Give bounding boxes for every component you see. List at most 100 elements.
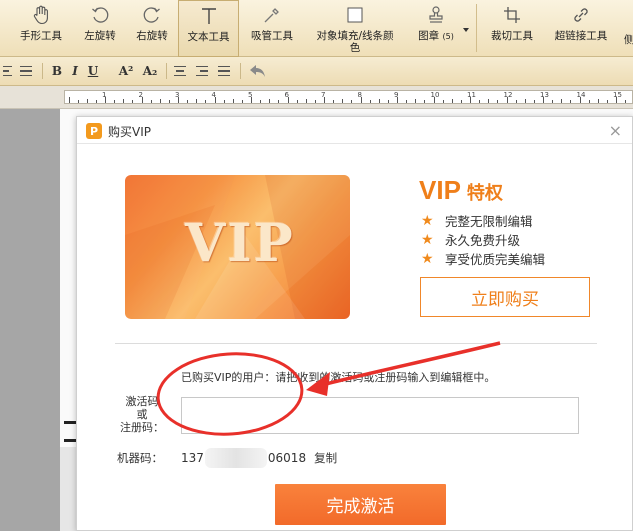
eyedropper-icon bbox=[263, 0, 281, 30]
ruler-tick bbox=[387, 100, 389, 103]
ruler-tick bbox=[460, 100, 462, 103]
ribbon-toolbar: 手形工具 左旋转 右旋转 文本工具 吸管工具 对象填充/线条颜 色 图章 (5)… bbox=[0, 0, 633, 57]
document-shadow bbox=[60, 447, 76, 531]
star-icon: ★ bbox=[421, 250, 434, 267]
left-panel bbox=[0, 109, 60, 531]
ruler-tick bbox=[406, 100, 408, 103]
code-label-line1: 激活码 bbox=[125, 395, 159, 408]
ruler-tick bbox=[296, 100, 298, 103]
hyperlink-tool-label: 超链接工具 bbox=[554, 30, 608, 42]
ruler-tick bbox=[351, 100, 353, 103]
buy-now-button[interactable]: 立即购买 bbox=[420, 277, 590, 317]
stamp-button[interactable]: 图章 (5) bbox=[408, 0, 464, 57]
italic-button[interactable]: I bbox=[68, 61, 82, 81]
copy-machine-code-link[interactable]: 复制 bbox=[314, 450, 337, 466]
machine-code-prefix: 137 bbox=[181, 451, 204, 465]
ruler-tick bbox=[552, 100, 554, 103]
fill-color-button[interactable]: 对象填充/线条颜 色 bbox=[308, 0, 402, 57]
dialog-divider bbox=[115, 343, 597, 344]
ruler-tick bbox=[241, 100, 243, 103]
superscript-button[interactable]: A² bbox=[116, 61, 136, 81]
ruler-tick bbox=[95, 100, 97, 103]
line-spacing-icon[interactable] bbox=[216, 61, 232, 81]
ruler-tick bbox=[606, 100, 608, 103]
activation-code-label: 激活码 或 注册码： bbox=[117, 395, 167, 434]
hyperlink-icon bbox=[572, 0, 590, 30]
benefit-text: 享受优质完美编辑 bbox=[445, 252, 546, 267]
ruler-number: 6 bbox=[284, 91, 289, 99]
hyperlink-tool-button[interactable]: 超链接工具 bbox=[548, 0, 614, 57]
format-separator bbox=[42, 63, 43, 79]
complete-activation-button[interactable]: 完成激活 bbox=[275, 484, 446, 525]
ruler-number: 1 bbox=[102, 91, 107, 99]
ruler-tick bbox=[159, 99, 161, 103]
app-logo-icon: P bbox=[86, 123, 102, 139]
ruler-tick bbox=[333, 100, 335, 103]
ruler-tick bbox=[77, 100, 79, 103]
ruler-tick bbox=[570, 100, 572, 103]
activation-code-input[interactable] bbox=[181, 397, 579, 434]
ruler-tick bbox=[150, 100, 152, 103]
ruler-tick bbox=[451, 99, 453, 103]
code-label-line2: 或 bbox=[136, 408, 148, 421]
text-tool-button[interactable]: 文本工具 bbox=[178, 0, 239, 57]
ruler-tick bbox=[561, 99, 563, 103]
ruler-number: 4 bbox=[211, 91, 216, 99]
toolbar-overflow-item[interactable]: 侧 bbox=[624, 32, 633, 46]
align-center-icon[interactable] bbox=[172, 61, 188, 81]
crop-tool-label: 裁切工具 bbox=[491, 30, 533, 42]
benefit-item: ★ 完整无限制编辑 bbox=[421, 211, 533, 230]
ruler-tick bbox=[533, 100, 535, 103]
ruler-tick bbox=[479, 100, 481, 103]
rotate-left-icon bbox=[91, 0, 109, 30]
ruler-tick bbox=[342, 99, 344, 103]
document-mark bbox=[64, 421, 76, 424]
format-toolbar: B I U A² A₂ bbox=[0, 57, 633, 86]
machine-code-suffix: 06018 bbox=[267, 451, 307, 465]
close-icon[interactable]: × bbox=[609, 121, 622, 140]
ruler-number: 10 bbox=[430, 91, 440, 99]
undo-icon[interactable] bbox=[248, 61, 268, 81]
ruler-tick bbox=[369, 100, 371, 103]
rotate-right-label: 右旋转 bbox=[136, 30, 168, 42]
crop-icon bbox=[503, 0, 521, 30]
align-justify-icon[interactable] bbox=[18, 61, 34, 81]
align-left-icon[interactable] bbox=[0, 61, 14, 81]
vip-heading-main: VIP bbox=[419, 175, 461, 205]
eyedropper-button[interactable]: 吸管工具 bbox=[244, 0, 300, 57]
crop-tool-button[interactable]: 裁切工具 bbox=[484, 0, 540, 57]
ruler-tick bbox=[442, 100, 444, 103]
ruler-strip: 1 2 3 4 5 6 7 8 9 10 11 12 13 14 15 bbox=[64, 90, 633, 104]
activation-instruction: 已购买VIP的用户：请把收到的激活码或注册码输入到编辑框中。 bbox=[181, 371, 496, 384]
rotate-right-button[interactable]: 右旋转 bbox=[128, 0, 176, 57]
star-icon: ★ bbox=[421, 212, 434, 229]
ruler-tick bbox=[588, 100, 590, 103]
bold-button[interactable]: B bbox=[50, 61, 64, 81]
ruler-tick bbox=[515, 100, 517, 103]
horizontal-ruler: 1 2 3 4 5 6 7 8 9 10 11 12 13 14 15 bbox=[0, 86, 633, 109]
hand-tool-button[interactable]: 手形工具 bbox=[14, 0, 68, 57]
buy-vip-dialog: P 购买VIP × VIP VIP 特权 ★ 完整无限制编辑 ★ 永久免费升级 … bbox=[76, 116, 633, 531]
ruler-number: 11 bbox=[467, 91, 476, 99]
ribbon-separator bbox=[476, 4, 477, 52]
stamp-dropdown-arrow-icon[interactable] bbox=[463, 28, 469, 32]
ruler-tick bbox=[497, 100, 499, 103]
document-mark bbox=[64, 439, 76, 442]
ruler-tick bbox=[123, 99, 125, 103]
ruler-tick bbox=[86, 99, 88, 103]
benefit-text: 完整无限制编辑 bbox=[445, 214, 533, 229]
hand-tool-label: 手形工具 bbox=[20, 30, 62, 42]
fill-color-label-line2: 色 bbox=[349, 42, 361, 54]
subscript-button[interactable]: A₂ bbox=[140, 61, 160, 81]
vip-heading-sub: 特权 bbox=[466, 183, 503, 204]
rotate-left-button[interactable]: 左旋转 bbox=[76, 0, 124, 57]
rotate-left-label: 左旋转 bbox=[84, 30, 116, 42]
ruler-tick bbox=[68, 97, 70, 103]
ruler-tick bbox=[625, 100, 627, 103]
dialog-title: 购买VIP bbox=[108, 125, 151, 139]
align-right-icon[interactable] bbox=[194, 61, 210, 81]
star-icon: ★ bbox=[421, 231, 434, 248]
ruler-tick bbox=[415, 99, 417, 103]
ruler-number: 8 bbox=[357, 91, 362, 99]
underline-button[interactable]: U bbox=[86, 61, 100, 81]
